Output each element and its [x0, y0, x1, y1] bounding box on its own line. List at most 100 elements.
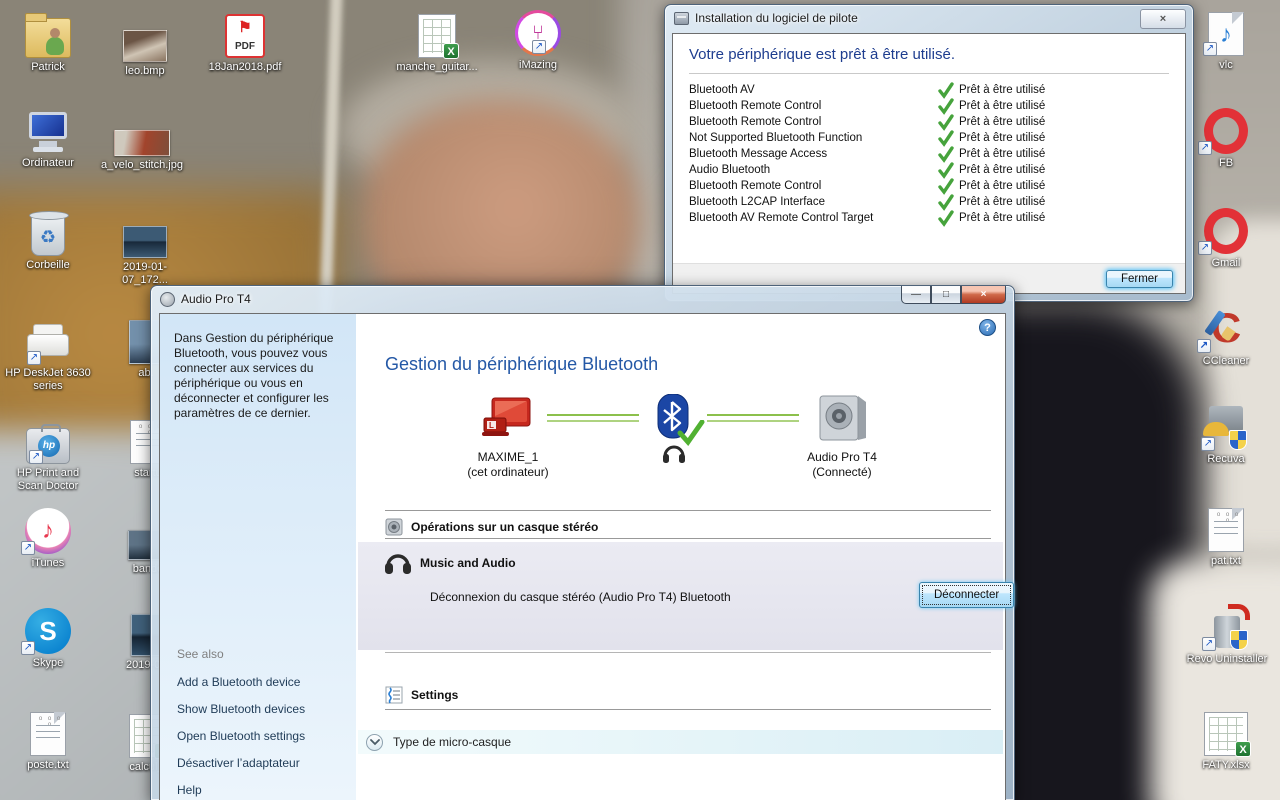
- desktop-icon-faty-xlsx[interactable]: X FATY.xlsx: [1184, 706, 1268, 772]
- separator: [385, 510, 991, 511]
- shortcut-arrow-icon: ↗: [1202, 637, 1216, 651]
- connection-diagram: L MAXIME_1 (cet ordinateur) Audio Pro T4…: [356, 394, 1005, 509]
- desktop-icon-label: a_velo_stitch.jpg: [101, 159, 183, 171]
- settings-section-header: Settings: [385, 686, 991, 704]
- excel-file-icon: X: [418, 14, 459, 59]
- window-speaker-icon: [160, 291, 175, 307]
- computer-node-label: MAXIME_1 (cet ordinateur): [467, 450, 549, 479]
- driver-row: Bluetooth Remote Control Prêt à être uti…: [689, 178, 1169, 195]
- desktop-icon-label: CCleaner: [1202, 355, 1250, 367]
- chevron-down-icon: [366, 733, 383, 751]
- desktop-icon-label: Gmail: [1211, 257, 1241, 269]
- shortcut-arrow-icon: ↗: [1201, 437, 1215, 451]
- desktop-icon-imazing[interactable]: ⑂ ↗ iMazing: [496, 6, 580, 72]
- driver-dialog-icon: [674, 11, 689, 25]
- desktop-icon-label: 18Jan2018.pdf: [208, 61, 282, 73]
- desktop-icon-label: pat.txt: [1211, 555, 1241, 567]
- window-titlebar[interactable]: Audio Pro T4: [151, 286, 1014, 312]
- operations-section-header: Opérations sur un casque stéréo: [385, 518, 991, 536]
- sidebar-link-show-bluetooth-devices[interactable]: Show Bluetooth devices: [177, 702, 305, 716]
- desktop-icon-hp-deskjet[interactable]: ↗ HP DeskJet 3630 series: [4, 314, 92, 393]
- separator: [385, 538, 991, 539]
- desktop-icon-manche-guitar[interactable]: X manche_guitar...: [395, 8, 479, 74]
- desktop-icon-vlc[interactable]: ♪ ↗ vlc: [1184, 6, 1268, 72]
- desktop-icon-corbeille[interactable]: ♻ Corbeille: [6, 206, 90, 272]
- sidebar: Dans Gestion du périphérique Bluetooth, …: [160, 314, 356, 800]
- help-icon[interactable]: ?: [979, 319, 996, 336]
- desktop-icon-label: poste.txt: [27, 759, 69, 771]
- shortcut-arrow-icon: ↗: [1203, 42, 1217, 56]
- desktop-icon-label: Recuva: [1207, 453, 1245, 465]
- dialog-titlebar[interactable]: Installation du logiciel de pilote: [665, 5, 1193, 31]
- shortcut-arrow-icon: ↗: [532, 40, 546, 54]
- desktop-icon-skype[interactable]: S ↗ Skype: [6, 604, 90, 670]
- separator: [385, 709, 991, 710]
- fermer-button[interactable]: Fermer: [1105, 269, 1173, 288]
- speaker-device-icon: [819, 395, 866, 441]
- desktop-icon-ordinateur[interactable]: Ordinateur: [6, 104, 90, 170]
- itunes-icon: ♪ ↗: [21, 508, 71, 555]
- headset-mini-icon: [663, 445, 685, 463]
- audio-pro-t4-window: Audio Pro T4 — □ × Dans Gestion du périp…: [150, 285, 1015, 800]
- printer-icon: ↗: [25, 324, 71, 365]
- desktop-icon-hp-doctor[interactable]: hp ↗ HP Print and Scan Doctor: [4, 414, 92, 493]
- revo-uninstaller-icon: ↗: [1202, 604, 1250, 651]
- desktop-icon-label: Ordinateur: [22, 157, 74, 169]
- photo-thumbnail-icon: [114, 130, 170, 156]
- vlc-file-icon: ♪ ↗: [1203, 12, 1244, 56]
- driver-row: Not Supported Bluetooth Function Prêt à …: [689, 130, 1169, 147]
- dialog-close-button[interactable]: ×: [1140, 9, 1186, 29]
- text-file-icon: o o o o: [30, 712, 66, 756]
- desktop-icon-label: leo.bmp: [125, 65, 165, 77]
- desktop-icon-ccleaner[interactable]: C ↗ CCleaner: [1184, 302, 1268, 368]
- desktop-icon-fb[interactable]: ↗ FB: [1184, 104, 1268, 170]
- driver-row: Bluetooth AV Remote Control Target Prêt …: [689, 210, 1169, 227]
- desktop-icon-poste-txt[interactable]: o o o o poste.txt: [6, 706, 90, 772]
- photo-thumbnail-icon: [123, 30, 167, 62]
- desktop-icon-2019-01-07[interactable]: 2019-01-07_172...: [103, 208, 187, 287]
- expander-label: Type de micro-casque: [393, 735, 512, 749]
- driver-row: Bluetooth AV Prêt à être utilisé: [689, 82, 1169, 99]
- svg-text:L: L: [489, 421, 494, 430]
- headphones-icon: [385, 554, 411, 574]
- desktop-icon-label: FATY.xlsx: [1202, 759, 1250, 771]
- desktop-icon-label: HP DeskJet 3630 series: [5, 367, 91, 392]
- minimize-button[interactable]: —: [901, 286, 931, 304]
- sidebar-link-add-bluetooth-device[interactable]: Add a Bluetooth device: [177, 675, 305, 689]
- desktop-icon-a-velo-stitch[interactable]: a_velo_stitch.jpg: [100, 122, 184, 172]
- sidebar-link-disable-adapter[interactable]: Désactiver l’adaptateur: [177, 756, 305, 770]
- desktop-icon-pdf[interactable]: ⚑ PDF 18Jan2018.pdf: [203, 8, 287, 74]
- desktop-icon-leo-bmp[interactable]: leo.bmp: [103, 12, 187, 78]
- dialog-client-area: Votre périphérique est prêt à être utili…: [672, 33, 1186, 294]
- skype-icon: S ↗: [21, 608, 71, 655]
- desktop-icon-recuva[interactable]: ↗ Recuva: [1184, 400, 1268, 466]
- sidebar-link-open-bluetooth-settings[interactable]: Open Bluetooth settings: [177, 729, 305, 743]
- shortcut-arrow-icon: ↗: [21, 541, 35, 555]
- imazing-icon: ⑂ ↗: [515, 10, 561, 56]
- excel-file-icon: X: [1204, 712, 1251, 757]
- headset-type-expander[interactable]: Type de micro-casque: [358, 730, 1003, 754]
- window-client-area: Dans Gestion du périphérique Bluetooth, …: [159, 313, 1015, 800]
- maximize-button[interactable]: □: [931, 286, 961, 304]
- close-button[interactable]: ×: [961, 286, 1006, 304]
- music-audio-title: Music and Audio: [420, 556, 516, 570]
- driver-row: Bluetooth Message Access Prêt à être uti…: [689, 146, 1169, 163]
- shortcut-arrow-icon: ↗: [29, 450, 43, 464]
- driver-install-dialog: Installation du logiciel de pilote × Vot…: [664, 4, 1194, 302]
- sidebar-link-help[interactable]: Help: [177, 783, 305, 797]
- connection-line: [707, 414, 799, 422]
- desktop-icon-label: Corbeille: [26, 259, 70, 271]
- desktop-icon-gmail[interactable]: ↗ Gmail: [1184, 204, 1268, 270]
- dialog-heading: Votre périphérique est prêt à être utili…: [689, 46, 955, 63]
- desktop-icon-pat-txt[interactable]: o o o o pat.txt: [1184, 502, 1268, 568]
- desktop-icon-patrick[interactable]: Patrick: [6, 8, 90, 74]
- dialog-title: Installation du logiciel de pilote: [695, 11, 858, 25]
- desktop-icon-revo[interactable]: ↗ Revo Uninstaller: [1178, 600, 1276, 666]
- speaker-small-icon: [385, 518, 403, 536]
- settings-list-icon: [385, 686, 403, 704]
- driver-row: Audio Bluetooth Prêt à être utilisé: [689, 162, 1169, 179]
- desktop-icon-label: Skype: [32, 657, 64, 669]
- separator: [385, 652, 991, 653]
- desktop-icon-itunes[interactable]: ♪ ↗ iTunes: [6, 504, 90, 570]
- deconnecter-button[interactable]: Déconnecter: [919, 582, 1015, 608]
